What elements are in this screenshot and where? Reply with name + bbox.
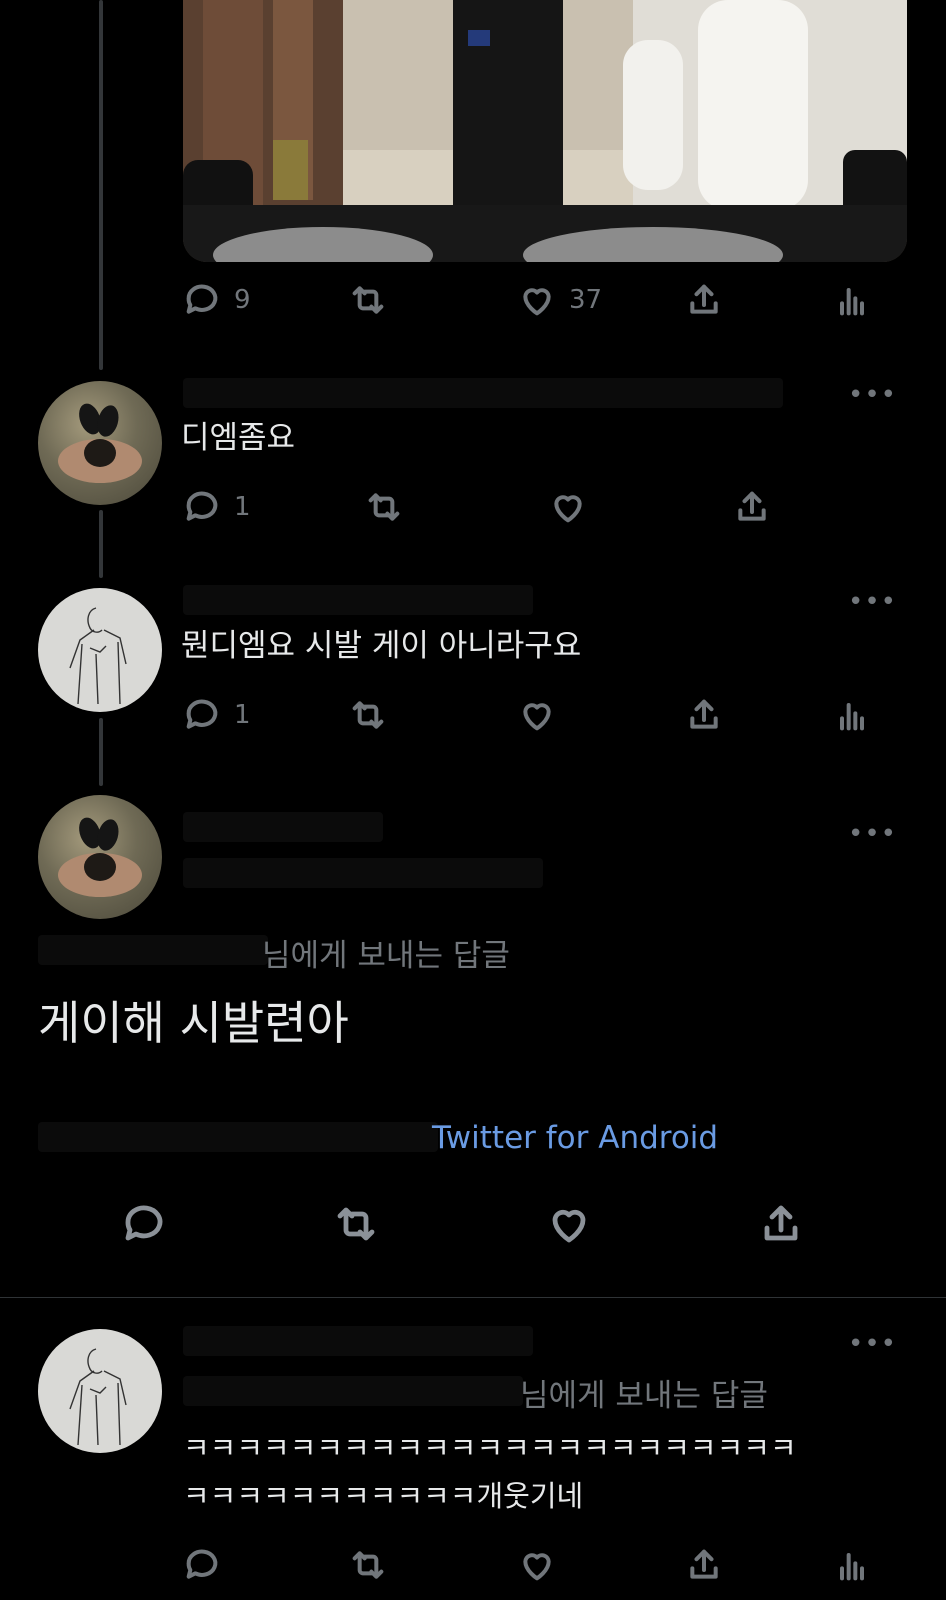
reply-count: 9: [234, 285, 251, 315]
reply-button[interactable]: 9: [182, 275, 251, 325]
retweet-button[interactable]: [348, 690, 388, 740]
share-icon: [690, 284, 718, 314]
tweet-photo[interactable]: [183, 0, 907, 262]
redacted-mention: [183, 1376, 523, 1406]
redacted-username: [183, 1326, 533, 1356]
focused-tweet-actions: [0, 1195, 946, 1253]
redacted-username: [183, 378, 783, 408]
more-icon[interactable]: •••: [848, 589, 897, 615]
analytics-button[interactable]: [832, 1540, 872, 1590]
focused-tweet-text: 게이해 시발련아: [38, 996, 349, 1050]
avatar-image: [58, 817, 142, 897]
redacted-mention: [38, 935, 268, 965]
like-icon: [554, 495, 582, 523]
analytics-button[interactable]: [832, 275, 872, 325]
retweet-icon: [352, 701, 384, 729]
main-tweet-actions: 9 37: [0, 275, 946, 325]
reply-text-line2: ㅋㅋㅋㅋㅋㅋㅋㅋㅋㅋㅋ개웃기네: [183, 1479, 584, 1513]
like-icon: [523, 703, 551, 731]
reply-button[interactable]: [120, 1195, 168, 1253]
analytics-icon: [840, 1553, 864, 1581]
redacted-handle: [183, 858, 543, 888]
avatar[interactable]: [38, 1329, 162, 1453]
reply-icon: [125, 1205, 163, 1241]
analytics-icon: [840, 288, 864, 316]
redacted-display-name: [183, 812, 383, 842]
share-button[interactable]: [684, 1540, 724, 1590]
retweet-button[interactable]: [348, 275, 388, 325]
like-button[interactable]: 37: [517, 275, 602, 325]
reply-icon: [186, 491, 218, 521]
tweet-source-link[interactable]: Twitter for Android: [432, 1120, 718, 1156]
divider: [0, 1297, 946, 1298]
reply-text: 뭔디엠요 시발 게이 아니라구요: [181, 628, 582, 664]
replying-to-label: 님에게 보내는 답글: [262, 938, 510, 974]
reply-icon: [186, 284, 218, 314]
reply-icon: [186, 699, 218, 729]
share-button[interactable]: [684, 690, 724, 740]
analytics-button[interactable]: [832, 690, 872, 740]
more-icon[interactable]: •••: [848, 382, 897, 408]
reply-text-line1: ㅋㅋㅋㅋㅋㅋㅋㅋㅋㅋㅋㅋㅋㅋㅋㅋㅋㅋㅋㅋㅋㅋㅋ: [183, 1431, 797, 1465]
like-icon: [523, 1553, 551, 1581]
avatar-image: [69, 1348, 127, 1446]
more-icon[interactable]: •••: [848, 821, 897, 847]
retweet-button[interactable]: [348, 1540, 388, 1590]
reply-button[interactable]: 1: [182, 482, 251, 532]
like-button[interactable]: [517, 690, 557, 740]
retweet-button[interactable]: [364, 482, 404, 532]
reply-text: 디엠좀요: [181, 420, 296, 456]
retweet-icon: [337, 1207, 375, 1241]
share-icon: [690, 699, 718, 729]
share-icon: [764, 1205, 798, 1241]
like-icon: [523, 288, 551, 316]
retweet-icon: [352, 286, 384, 314]
retweet-button[interactable]: [332, 1195, 380, 1253]
redacted-username: [183, 585, 533, 615]
share-button[interactable]: [684, 275, 724, 325]
like-button[interactable]: [548, 482, 588, 532]
retweet-icon: [352, 1551, 384, 1579]
replying-to-label: 님에게 보내는 답글: [520, 1378, 768, 1414]
like-button[interactable]: [517, 1540, 557, 1590]
reply-button[interactable]: [182, 1540, 222, 1590]
reply-actions: 1: [0, 690, 946, 740]
tweet-source[interactable]: Twitter for Android: [432, 1120, 718, 1156]
share-icon: [738, 491, 766, 521]
reply-icon: [186, 1549, 218, 1579]
avatar[interactable]: [38, 795, 162, 919]
share-icon: [690, 1549, 718, 1579]
reply-button[interactable]: 1: [182, 690, 251, 740]
more-icon[interactable]: •••: [848, 1331, 897, 1357]
reply-count: 1: [234, 492, 251, 522]
like-button[interactable]: [545, 1195, 593, 1253]
like-icon: [552, 1209, 586, 1243]
analytics-icon: [840, 703, 864, 731]
tweet-photo-image: [183, 0, 907, 262]
share-button[interactable]: [732, 482, 772, 532]
share-button[interactable]: [757, 1195, 805, 1253]
like-count: 37: [569, 285, 603, 315]
reply-count: 1: [234, 700, 251, 730]
retweet-icon: [368, 493, 400, 521]
reply-actions: 1: [0, 482, 946, 532]
reply-actions: [0, 1540, 946, 1590]
redacted-timestamp: [38, 1122, 438, 1152]
